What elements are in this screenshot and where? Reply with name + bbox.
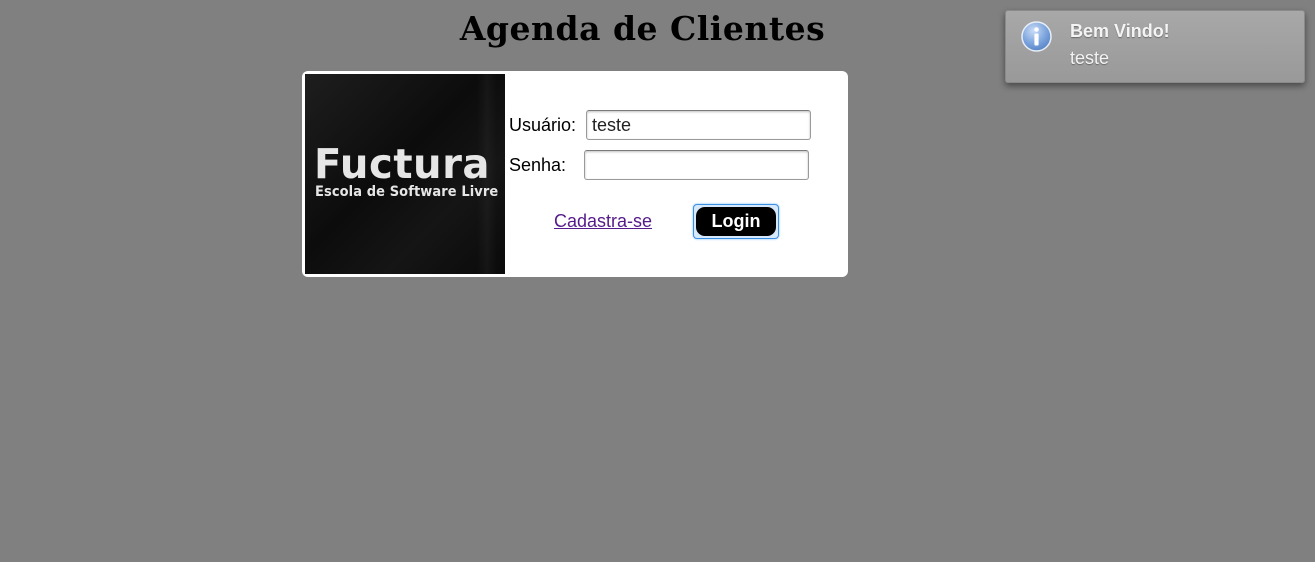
fuctura-logo: Fuctura Escola de Software Livre [305, 74, 505, 274]
logo-tagline: Escola de Software Livre [315, 184, 499, 200]
password-input[interactable] [584, 150, 809, 180]
logo-name: Fuctura [314, 140, 491, 188]
password-label: Senha: [509, 155, 567, 175]
username-label: Usuário: [509, 115, 577, 135]
username-input[interactable] [586, 110, 811, 140]
login-button[interactable]: Login [696, 207, 776, 236]
page: Agenda de Clientes Fuctura Escola de Sof… [0, 0, 1315, 562]
register-link[interactable]: Cadastra-se [554, 211, 652, 232]
notification-title: Bem Vindo! [1070, 21, 1170, 41]
welcome-notification[interactable]: Bem Vindo! teste [1005, 10, 1305, 83]
login-card: Fuctura Escola de Software Livre Usuário… [302, 71, 848, 277]
login-button-focus-ring: Login [693, 204, 779, 239]
info-icon [1021, 21, 1052, 52]
notification-message: teste [1070, 48, 1110, 68]
